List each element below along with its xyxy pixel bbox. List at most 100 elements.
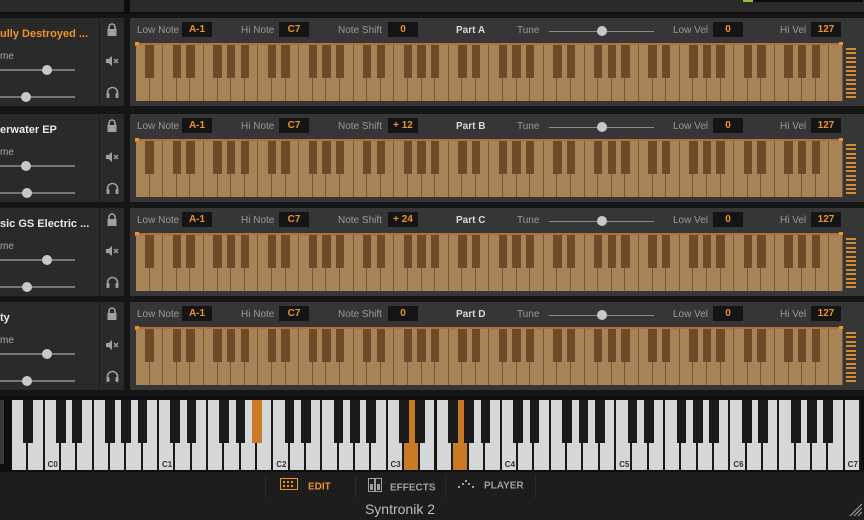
low-vel-field[interactable]: 0 — [713, 306, 743, 321]
black-key[interactable] — [662, 45, 671, 78]
volume-slider[interactable] — [0, 65, 75, 75]
hi-vel-field[interactable]: 127 — [811, 118, 841, 133]
black-key[interactable] — [648, 235, 657, 268]
part-keyboard[interactable] — [136, 329, 843, 385]
black-key[interactable] — [376, 235, 385, 268]
black-key[interactable] — [398, 400, 409, 443]
black-key[interactable] — [415, 400, 426, 443]
tune-slider[interactable] — [549, 26, 654, 36]
mute-icon[interactable] — [105, 151, 119, 165]
black-key[interactable] — [811, 329, 820, 362]
part-instrument-name[interactable]: ully Destroyed ... — [0, 28, 88, 40]
black-key[interactable] — [447, 400, 458, 443]
black-key[interactable] — [498, 329, 508, 362]
black-key[interactable] — [689, 329, 698, 362]
tab-edit[interactable]: EDIT — [280, 478, 331, 498]
part-instrument-name[interactable]: erwater EP — [0, 124, 57, 136]
tune-slider-knob[interactable] — [596, 216, 607, 226]
black-key[interactable] — [403, 235, 413, 268]
headphones-icon[interactable] — [105, 370, 119, 384]
tune-slider[interactable] — [549, 216, 654, 226]
black-key[interactable] — [784, 329, 793, 362]
hi-note-field[interactable]: C7 — [279, 118, 309, 133]
black-key[interactable] — [335, 141, 345, 174]
black-key[interactable] — [702, 329, 712, 362]
black-key[interactable] — [281, 141, 290, 174]
tune-slider[interactable] — [549, 310, 654, 320]
black-key[interactable] — [594, 235, 603, 268]
pan-slider[interactable] — [0, 376, 75, 386]
mute-icon[interactable] — [105, 55, 119, 69]
black-key[interactable] — [607, 329, 617, 362]
black-key[interactable] — [281, 235, 290, 268]
black-key[interactable] — [252, 400, 262, 443]
black-key[interactable] — [213, 329, 222, 362]
pan-slider[interactable] — [0, 188, 75, 198]
black-key[interactable] — [594, 329, 603, 362]
black-key[interactable] — [607, 235, 617, 268]
black-key[interactable] — [362, 45, 372, 78]
black-key[interactable] — [240, 141, 249, 174]
black-key[interactable] — [172, 141, 181, 174]
pan-slider-knob[interactable] — [22, 188, 32, 198]
black-key[interactable] — [562, 400, 572, 443]
black-key[interactable] — [757, 329, 766, 362]
pan-slider-knob[interactable] — [22, 376, 32, 386]
black-key[interactable] — [471, 45, 481, 78]
black-key[interactable] — [662, 235, 671, 268]
black-key[interactable] — [797, 141, 807, 174]
black-key[interactable] — [267, 329, 277, 362]
black-key[interactable] — [145, 235, 154, 268]
black-key[interactable] — [362, 141, 372, 174]
black-key[interactable] — [689, 141, 698, 174]
black-key[interactable] — [105, 400, 115, 443]
black-key[interactable] — [72, 400, 83, 443]
black-key[interactable] — [716, 329, 725, 362]
mute-icon[interactable] — [105, 245, 119, 259]
black-key[interactable] — [648, 141, 657, 174]
black-key[interactable] — [607, 45, 617, 78]
part-keyboard[interactable] — [136, 235, 843, 291]
part-keyboard[interactable] — [136, 141, 843, 197]
black-key[interactable] — [757, 235, 766, 268]
black-key[interactable] — [322, 329, 331, 362]
black-key[interactable] — [512, 329, 521, 362]
black-key[interactable] — [784, 141, 793, 174]
velocity-range-bars[interactable] — [846, 144, 856, 196]
black-key[interactable] — [790, 400, 801, 443]
black-key[interactable] — [430, 235, 440, 268]
black-key[interactable] — [23, 400, 34, 443]
black-key[interactable] — [430, 329, 440, 362]
black-key[interactable] — [594, 141, 603, 174]
black-key[interactable] — [376, 329, 385, 362]
black-key[interactable] — [621, 329, 630, 362]
black-key[interactable] — [403, 329, 413, 362]
black-key[interactable] — [648, 329, 657, 362]
black-key[interactable] — [662, 329, 671, 362]
pan-slider-knob[interactable] — [21, 92, 32, 102]
black-key[interactable] — [627, 400, 638, 443]
lock-icon[interactable] — [105, 23, 119, 37]
black-key[interactable] — [322, 45, 331, 78]
black-key[interactable] — [213, 141, 222, 174]
note-shift-field[interactable]: + 24 — [388, 212, 418, 227]
black-key[interactable] — [267, 45, 277, 78]
pan-slider[interactable] — [0, 92, 75, 102]
hi-note-field[interactable]: C7 — [279, 306, 309, 321]
black-key[interactable] — [512, 235, 521, 268]
black-key[interactable] — [526, 235, 535, 268]
pan-slider-knob[interactable] — [22, 282, 32, 292]
black-key[interactable] — [458, 45, 467, 78]
hi-note-field[interactable]: C7 — [279, 212, 309, 227]
black-key[interactable] — [692, 400, 703, 443]
black-key[interactable] — [267, 235, 277, 268]
black-key[interactable] — [709, 400, 719, 443]
black-key[interactable] — [430, 141, 440, 174]
black-key[interactable] — [784, 235, 793, 268]
black-key[interactable] — [56, 400, 66, 443]
black-key[interactable] — [333, 400, 344, 443]
black-key[interactable] — [403, 45, 413, 78]
black-key[interactable] — [172, 45, 181, 78]
black-key[interactable] — [366, 400, 377, 443]
black-key[interactable] — [226, 235, 236, 268]
